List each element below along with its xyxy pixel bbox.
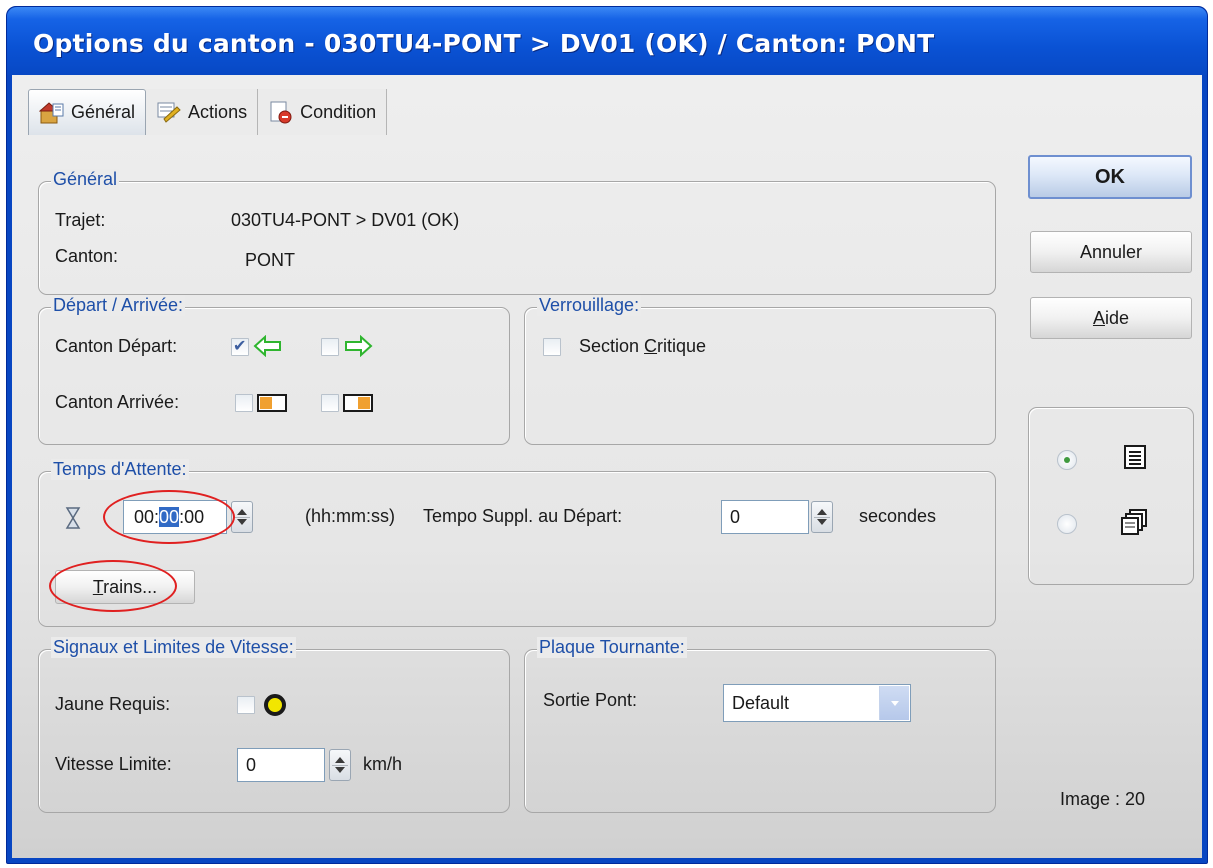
vitesse-limite-label: Vitesse Limite: — [55, 754, 172, 774]
depart-right-checkbox[interactable] — [321, 338, 339, 356]
yellow-signal-icon — [263, 693, 287, 722]
tab-actions-label: Actions — [188, 101, 248, 122]
ok-button-label: OK — [1095, 166, 1125, 188]
platform-stop-left-icon — [257, 393, 289, 418]
section-critique-label[interactable]: Section Critique — [579, 336, 706, 357]
sortie-pont-select[interactable]: Default — [723, 684, 911, 722]
arrivee-right-checkbox[interactable] — [321, 394, 339, 412]
image-number-label: Image : 20 — [1060, 789, 1146, 809]
verrouillage-group: Verrouillage: Section Critique — [524, 295, 996, 445]
platform-stop-right-icon — [343, 393, 375, 418]
sortie-pont-label: Sortie Pont: — [543, 690, 638, 710]
verrouillage-legend: Verrouillage: — [537, 295, 642, 316]
view-tiles-radio[interactable] — [1057, 514, 1077, 534]
cancel-button-label: Annuler — [1079, 242, 1143, 262]
vitesse-input[interactable]: 0 — [237, 748, 325, 782]
trajet-value: 030TU4-PONT > DV01 (OK) — [231, 210, 460, 230]
plaque-tournante-legend: Plaque Tournante: — [537, 637, 687, 658]
general-group: Général Trajet: 030TU4-PONT > DV01 (OK) … — [38, 169, 996, 295]
signaux-group: Signaux et Limites de Vitesse: Jaune Req… — [38, 637, 510, 813]
tab-general[interactable]: Général — [28, 89, 147, 135]
tab-condition[interactable]: Condition — [258, 89, 388, 135]
multi-window-icon — [1121, 508, 1149, 541]
arrow-left-icon — [253, 334, 283, 362]
temps-attente-group: Temps d'Attente: 00:00:00 (hh:mm:ss) Tem… — [38, 459, 996, 627]
ok-button[interactable]: OK — [1028, 155, 1192, 199]
dialog-window: Options du canton - 030TU4-PONT > DV01 (… — [6, 6, 1208, 864]
view-list-radio[interactable] — [1057, 450, 1077, 470]
tempo-label: Tempo Suppl. au Départ: — [423, 506, 623, 526]
general-icon — [38, 101, 65, 125]
tempo-input[interactable]: 0 — [721, 500, 809, 534]
annotation-ellipse-trains — [49, 560, 177, 612]
vitesse-value: 0 — [246, 755, 257, 775]
condition-icon — [268, 100, 294, 124]
plaque-tournante-group: Plaque Tournante: Sortie Pont: Default — [524, 637, 996, 813]
jaune-requis-label: Jaune Requis: — [55, 694, 171, 714]
trajet-label: Trajet: — [55, 210, 106, 230]
arrivee-left-checkbox[interactable] — [235, 394, 253, 412]
actions-icon — [156, 100, 182, 124]
cancel-button[interactable]: Annuler — [1030, 231, 1192, 273]
time-format-hint: (hh:mm:ss) — [305, 506, 395, 526]
hourglass-icon — [65, 506, 81, 535]
depart-arrivee-group: Départ / Arrivée: Canton Départ: Canton … — [38, 295, 510, 445]
depart-arrivee-legend: Départ / Arrivée: — [51, 295, 186, 316]
canton-depart-label: Canton Départ: — [55, 336, 178, 356]
view-mode-panel — [1028, 407, 1194, 585]
help-button-label: Aide — [1092, 308, 1130, 328]
sortie-pont-value: Default — [732, 693, 790, 713]
tempo-value: 0 — [730, 507, 741, 527]
depart-left-checkbox[interactable] — [231, 336, 249, 356]
tab-condition-label: Condition — [300, 101, 377, 122]
list-view-icon — [1123, 444, 1147, 475]
annotation-ellipse-time — [103, 490, 235, 544]
vitesse-unit: km/h — [363, 754, 403, 774]
tab-actions[interactable]: Actions — [146, 89, 259, 135]
vitesse-stepper[interactable] — [329, 749, 351, 781]
general-legend: Général — [51, 169, 120, 190]
signaux-legend: Signaux et Limites de Vitesse: — [51, 637, 296, 658]
canton-arrivee-label: Canton Arrivée: — [55, 392, 180, 412]
dropdown-arrow-icon[interactable] — [879, 686, 909, 720]
tab-bar: Général Actions Condition — [28, 89, 388, 137]
canton-label: Canton: — [55, 246, 119, 266]
title-bar[interactable]: Options du canton - 030TU4-PONT > DV01 (… — [7, 7, 1207, 75]
tab-general-label: Général — [71, 102, 136, 122]
arrow-right-icon — [343, 334, 373, 362]
canton-value: PONT — [245, 250, 296, 270]
temps-attente-legend: Temps d'Attente: — [51, 459, 189, 480]
window-title: Options du canton - 030TU4-PONT > DV01 (… — [33, 29, 935, 58]
section-critique-checkbox[interactable] — [543, 338, 561, 356]
help-button[interactable]: Aide — [1030, 297, 1192, 339]
tempo-unit: secondes — [859, 506, 937, 526]
jaune-requis-checkbox[interactable] — [237, 696, 255, 714]
dialog-body: Général Actions Condition Général Trajet… — [12, 75, 1202, 858]
tempo-stepper[interactable] — [811, 501, 833, 533]
